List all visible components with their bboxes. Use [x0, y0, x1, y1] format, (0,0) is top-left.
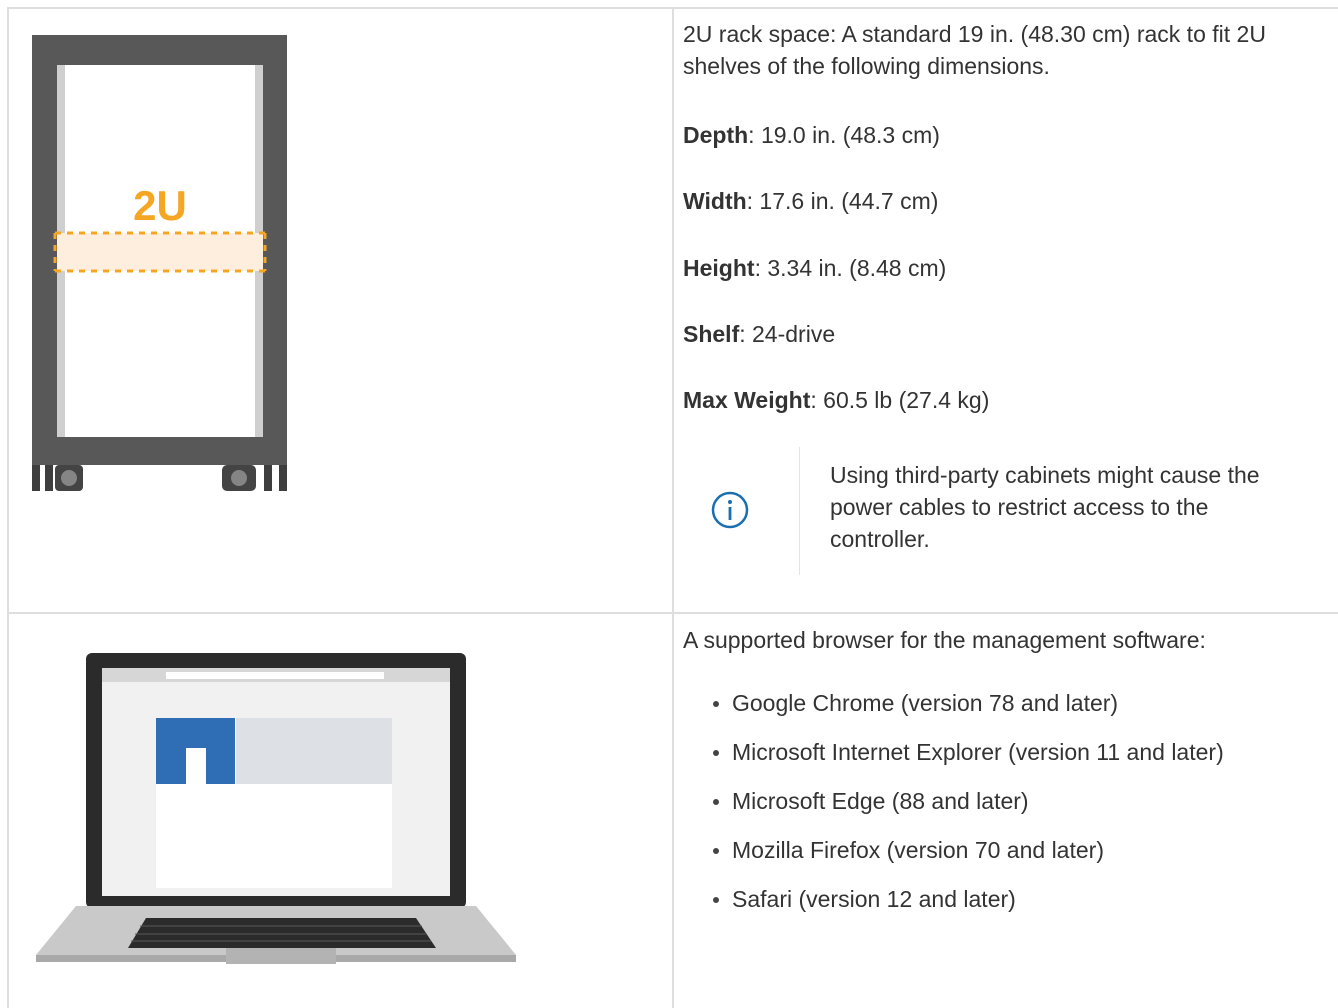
spec-shelf-label: Shelf: [683, 321, 740, 347]
spec-depth: Depth: 19.0 in. (48.3 cm): [683, 119, 940, 151]
browser-requirements-cell: A supported browser for the management s…: [674, 614, 1338, 1008]
spec-max-weight-label: Max Weight: [683, 387, 811, 413]
rack-intro: 2U rack space: A standard 19 in. (48.30 …: [683, 21, 1266, 79]
spec-shelf-value: : 24-drive: [739, 321, 836, 347]
browser-intro: A supported browser for the management s…: [683, 627, 1206, 653]
spec-height-value: : 3.34 in. (8.48 cm): [754, 255, 947, 281]
note-divider: [799, 447, 800, 575]
browser-list: Google Chrome (version 78 and later) Mic…: [683, 687, 1224, 932]
spec-depth-value: : 19.0 in. (48.3 cm): [748, 122, 940, 148]
browser-row: A supported browser for the management s…: [9, 614, 1338, 1008]
browser-item-ie: Microsoft Internet Explorer (version 11 …: [683, 736, 1224, 785]
note-callout: Using third-party cabinets might cause t…: [694, 447, 1294, 575]
browser-item-edge: Microsoft Edge (88 and later): [683, 785, 1224, 834]
note-text: Using third-party cabinets might cause t…: [830, 462, 1260, 552]
spec-width-value: : 17.6 in. (44.7 cm): [746, 188, 939, 214]
requirements-table: 2U 2U rack space: A standard 19 in. (48.…: [7, 7, 1338, 1008]
spec-width-label: Width: [683, 188, 747, 214]
rack-illustration-cell: 2U: [9, 9, 674, 612]
spec-width: Width: 17.6 in. (44.7 cm): [683, 185, 938, 217]
browser-item-safari: Safari (version 12 and later): [683, 883, 1224, 932]
spec-depth-label: Depth: [683, 122, 749, 148]
rack-requirements-cell: 2U rack space: A standard 19 in. (48.30 …: [674, 9, 1338, 612]
laptop-illustration-cell: [9, 614, 674, 1008]
spec-max-weight-value: : 60.5 lb (27.4 kg): [810, 387, 990, 413]
browser-item-chrome: Google Chrome (version 78 and later): [683, 687, 1224, 736]
info-icon: [711, 491, 749, 529]
laptop-illustration: [36, 653, 516, 964]
spec-max-weight: Max Weight: 60.5 lb (27.4 kg): [683, 384, 989, 416]
rack-space-row: 2U 2U rack space: A standard 19 in. (48.…: [9, 9, 1338, 614]
rack-2u-label: 2U: [133, 182, 187, 229]
spec-shelf: Shelf: 24-drive: [683, 318, 835, 350]
browser-item-firefox: Mozilla Firefox (version 70 and later): [683, 834, 1224, 883]
rack-illustration: 2U: [32, 35, 287, 491]
spec-height-label: Height: [683, 255, 755, 281]
spec-height: Height: 3.34 in. (8.48 cm): [683, 252, 946, 284]
